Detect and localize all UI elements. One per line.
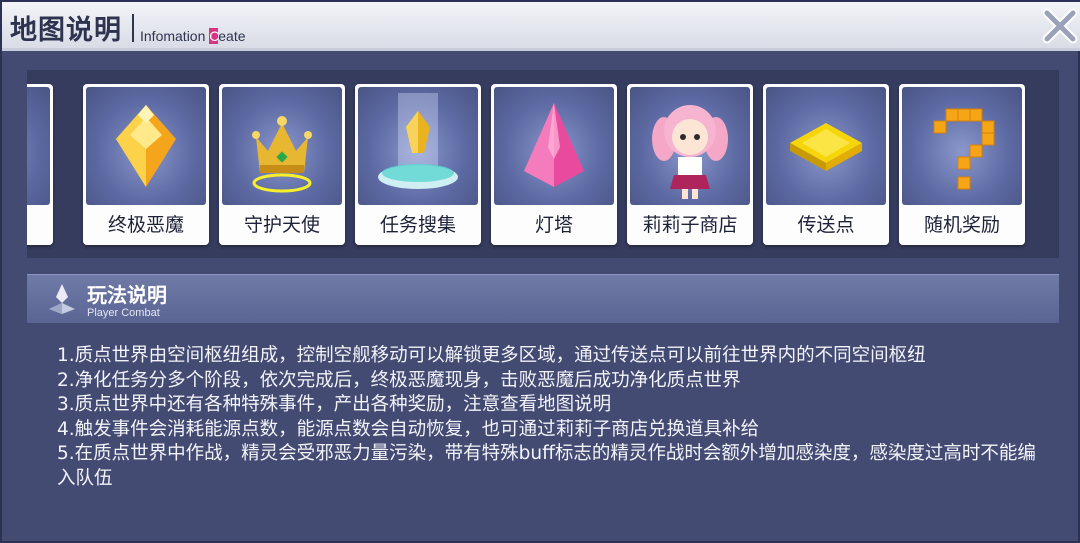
- dialog-header: 地图说明 Infomation Ceate: [2, 2, 1080, 51]
- card-label: 任务搜集: [379, 214, 456, 236]
- close-button[interactable]: [1042, 8, 1078, 44]
- crown-icon: [252, 116, 312, 193]
- card-partial[interactable]: [27, 84, 53, 245]
- description-line: 2.净化任务分多个阶段，依次完成后，终极恶魔现身，击败恶魔后成功净化质点世界: [57, 369, 741, 391]
- card-label: 随机奖励: [923, 214, 1000, 236]
- question-mark-icon: [933, 108, 995, 190]
- description-line: 3.质点世界中还有各种特殊事件，产出各种奖励，注意查看地图说明: [57, 394, 612, 415]
- section-title: 玩法说明: [87, 283, 167, 307]
- gameplay-description: 1.质点世界由空间枢纽组成，控制空舰移动可以解锁更多区域，通过传送点可以前往世界…: [57, 344, 1037, 491]
- card-ultimate-demon[interactable]: 终极恶魔: [83, 84, 209, 245]
- card-image: [766, 87, 886, 205]
- pink-crystal-icon: [524, 103, 584, 187]
- card-image: [494, 87, 614, 205]
- subtitle-mark: C: [209, 28, 220, 44]
- card-image: [358, 87, 478, 205]
- section-header: 玩法说明 Player Combat: [27, 274, 1059, 323]
- map-info-dialog: 地图说明 Infomation Ceate 终极恶魔 守护天使 任务搜集 灯塔 …: [0, 0, 1080, 543]
- crystal-platform-icon: [378, 93, 458, 189]
- dialog-subtitle: Infomation Ceate: [140, 28, 246, 44]
- title-divider: [132, 14, 134, 42]
- card-lighthouse[interactable]: 灯塔: [491, 84, 617, 245]
- compass-star-icon: [49, 284, 75, 314]
- golden-pyramid-icon: [116, 105, 176, 187]
- card-image: [630, 87, 750, 205]
- card-random-reward[interactable]: 随机奖励: [899, 84, 1025, 245]
- card-mission-collect[interactable]: 任务搜集: [355, 84, 481, 245]
- feature-carousel[interactable]: 终极恶魔 守护天使 任务搜集 灯塔 莉莉子商店 传送点 随机奖励: [27, 70, 1059, 258]
- yellow-diamond-tile-icon: [790, 123, 862, 171]
- card-image: [222, 87, 342, 205]
- card-guardian-angel[interactable]: 守护天使: [219, 84, 345, 245]
- description-line: 4.触发事件会消耗能源点数，能源点数会自动恢复，也可通过莉莉子商店兑换道具补给: [57, 418, 760, 440]
- subtitle-prefix: Infomation: [140, 28, 210, 44]
- description-line: 5.在质点世界中作战，精灵会受邪恶力量污染，带有特殊buff标志的精灵作战时会额…: [57, 443, 1036, 489]
- card-image: [86, 87, 206, 205]
- card-label: 灯塔: [534, 214, 573, 236]
- card-image: [902, 87, 1022, 205]
- card-image: [27, 87, 50, 205]
- shop-girl-icon: [652, 105, 728, 199]
- card-label: 终极恶魔: [107, 214, 184, 236]
- subtitle-suffix: eate: [218, 28, 246, 44]
- close-icon: [1042, 8, 1078, 44]
- card-lilyko-shop[interactable]: 莉莉子商店: [627, 84, 753, 245]
- card-label: 传送点: [797, 214, 855, 236]
- card-teleport-point[interactable]: 传送点: [763, 84, 889, 245]
- dialog-title: 地图说明: [10, 15, 122, 46]
- section-subtitle: Player Combat: [87, 307, 160, 319]
- description-line: 1.质点世界由空间枢纽组成，控制空舰移动可以解锁更多区域，通过传送点可以前往世界…: [57, 345, 926, 366]
- card-label: 守护天使: [243, 214, 320, 236]
- card-label: 莉莉子商店: [642, 214, 738, 236]
